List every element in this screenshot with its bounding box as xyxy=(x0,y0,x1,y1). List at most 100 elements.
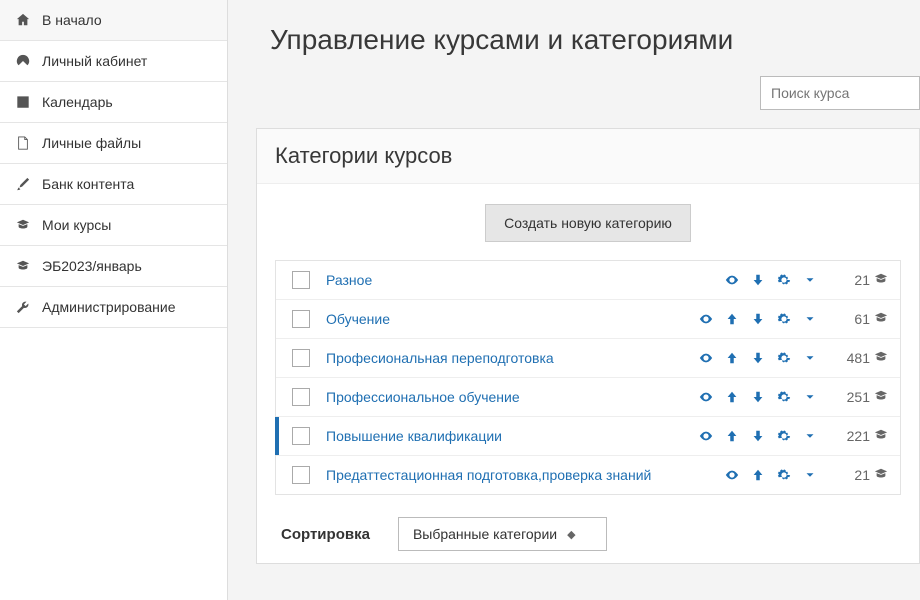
eye-icon[interactable] xyxy=(698,429,714,443)
count-number: 481 xyxy=(847,350,870,366)
cap-icon xyxy=(14,259,32,273)
sidebar-item-files[interactable]: Личные файлы xyxy=(0,123,227,164)
sidebar-item-label: Личный кабинет xyxy=(42,53,147,69)
category-count: 61 xyxy=(832,311,888,328)
eye-icon[interactable] xyxy=(724,468,740,482)
category-name-link[interactable]: Разное xyxy=(326,272,724,288)
dashboard-icon xyxy=(14,54,32,68)
count-number: 61 xyxy=(854,311,870,327)
wrench-icon xyxy=(14,300,32,314)
category-count: 481 xyxy=(832,350,888,367)
gear-icon[interactable] xyxy=(776,390,792,404)
sidebar-item-content-bank[interactable]: Банк контента xyxy=(0,164,227,205)
down-icon[interactable] xyxy=(750,429,766,443)
up-icon[interactable] xyxy=(724,351,740,365)
sidebar-item-label: Мои курсы xyxy=(42,217,111,233)
category-name-link[interactable]: Повышение квалификации xyxy=(326,428,698,444)
count-number: 21 xyxy=(854,272,870,288)
chevron-down-icon[interactable] xyxy=(802,468,818,482)
sidebar-item-calendar[interactable]: Календарь xyxy=(0,82,227,123)
category-actions xyxy=(724,468,818,482)
sort-label: Сортировка xyxy=(281,526,370,543)
eye-icon[interactable] xyxy=(698,312,714,326)
eye-icon[interactable] xyxy=(724,273,740,287)
calendar-icon xyxy=(14,95,32,109)
sidebar-item-admin[interactable]: Администрирование xyxy=(0,287,227,328)
gear-icon[interactable] xyxy=(776,429,792,443)
create-category-button[interactable]: Создать новую категорию xyxy=(485,204,691,242)
category-row: Разное 21 xyxy=(276,261,900,300)
cap-icon xyxy=(874,389,888,406)
down-icon[interactable] xyxy=(750,312,766,326)
card-header: Категории курсов xyxy=(257,129,919,184)
sidebar-item-label: Банк контента xyxy=(42,176,134,192)
up-icon[interactable] xyxy=(750,468,766,482)
chevron-down-icon[interactable] xyxy=(802,429,818,443)
category-actions xyxy=(698,351,818,365)
category-row: Обучение 61 xyxy=(276,300,900,339)
category-list: Разное 21 Обучение 61 Професиональная перепо… xyxy=(275,260,901,495)
sort-row: Сортировка Выбранные категории ◆ xyxy=(281,517,901,551)
card-body: Создать новую категорию Разное 21 Обучение… xyxy=(257,184,919,563)
category-actions xyxy=(698,312,818,326)
cap-icon xyxy=(874,311,888,328)
sidebar: В начало Личный кабинет Календарь Личные… xyxy=(0,0,228,600)
gear-icon[interactable] xyxy=(776,468,792,482)
search-input[interactable] xyxy=(760,76,920,110)
sidebar-item-home[interactable]: В начало xyxy=(0,0,227,41)
sort-select[interactable]: Выбранные категории ◆ xyxy=(398,517,607,551)
sidebar-item-my-courses[interactable]: Мои курсы xyxy=(0,205,227,246)
up-icon[interactable] xyxy=(724,390,740,404)
cap-icon xyxy=(14,218,32,232)
sidebar-item-label: Личные файлы xyxy=(42,135,141,151)
category-checkbox[interactable] xyxy=(292,466,310,484)
gear-icon[interactable] xyxy=(776,351,792,365)
chevron-down-icon[interactable] xyxy=(802,273,818,287)
down-icon[interactable] xyxy=(750,390,766,404)
category-name-link[interactable]: Профессиональное обучение xyxy=(326,389,698,405)
eye-icon[interactable] xyxy=(698,390,714,404)
category-row: Повышение квалификации 221 xyxy=(276,417,900,456)
gear-icon[interactable] xyxy=(776,312,792,326)
category-row: Предаттестационная подготовка,проверка з… xyxy=(276,456,900,494)
category-row: Профессиональное обучение 251 xyxy=(276,378,900,417)
up-icon[interactable] xyxy=(724,312,740,326)
count-number: 251 xyxy=(847,389,870,405)
cap-icon xyxy=(874,350,888,367)
category-name-link[interactable]: Обучение xyxy=(326,311,698,327)
category-count: 251 xyxy=(832,389,888,406)
search-row xyxy=(256,76,920,110)
category-checkbox[interactable] xyxy=(292,388,310,406)
cap-icon xyxy=(874,428,888,445)
category-checkbox[interactable] xyxy=(292,310,310,328)
category-actions xyxy=(698,429,818,443)
count-number: 221 xyxy=(847,428,870,444)
category-checkbox[interactable] xyxy=(292,349,310,367)
gear-icon[interactable] xyxy=(776,273,792,287)
sidebar-item-dashboard[interactable]: Личный кабинет xyxy=(0,41,227,82)
category-actions xyxy=(698,390,818,404)
cap-icon xyxy=(874,272,888,289)
category-row: Професиональная переподготовка 481 xyxy=(276,339,900,378)
chevron-down-icon[interactable] xyxy=(802,351,818,365)
category-name-link[interactable]: Предаттестационная подготовка,проверка з… xyxy=(326,467,724,483)
up-icon[interactable] xyxy=(724,429,740,443)
eye-icon[interactable] xyxy=(698,351,714,365)
chevron-down-icon[interactable] xyxy=(802,312,818,326)
count-number: 21 xyxy=(854,467,870,483)
category-checkbox[interactable] xyxy=(292,271,310,289)
home-icon xyxy=(14,13,32,27)
category-count: 21 xyxy=(832,272,888,289)
category-count: 221 xyxy=(832,428,888,445)
down-icon[interactable] xyxy=(750,273,766,287)
category-checkbox[interactable] xyxy=(292,427,310,445)
sort-select-value: Выбранные категории xyxy=(413,526,557,542)
create-button-row: Создать новую категорию xyxy=(275,204,901,242)
page-title: Управление курсами и категориями xyxy=(270,24,920,56)
sort-chevron-icon: ◆ xyxy=(567,528,575,541)
down-icon[interactable] xyxy=(750,351,766,365)
category-name-link[interactable]: Професиональная переподготовка xyxy=(326,350,698,366)
categories-card: Категории курсов Создать новую категорию… xyxy=(256,128,920,564)
chevron-down-icon[interactable] xyxy=(802,390,818,404)
sidebar-item-course-eb2023[interactable]: ЭБ2023/январь xyxy=(0,246,227,287)
